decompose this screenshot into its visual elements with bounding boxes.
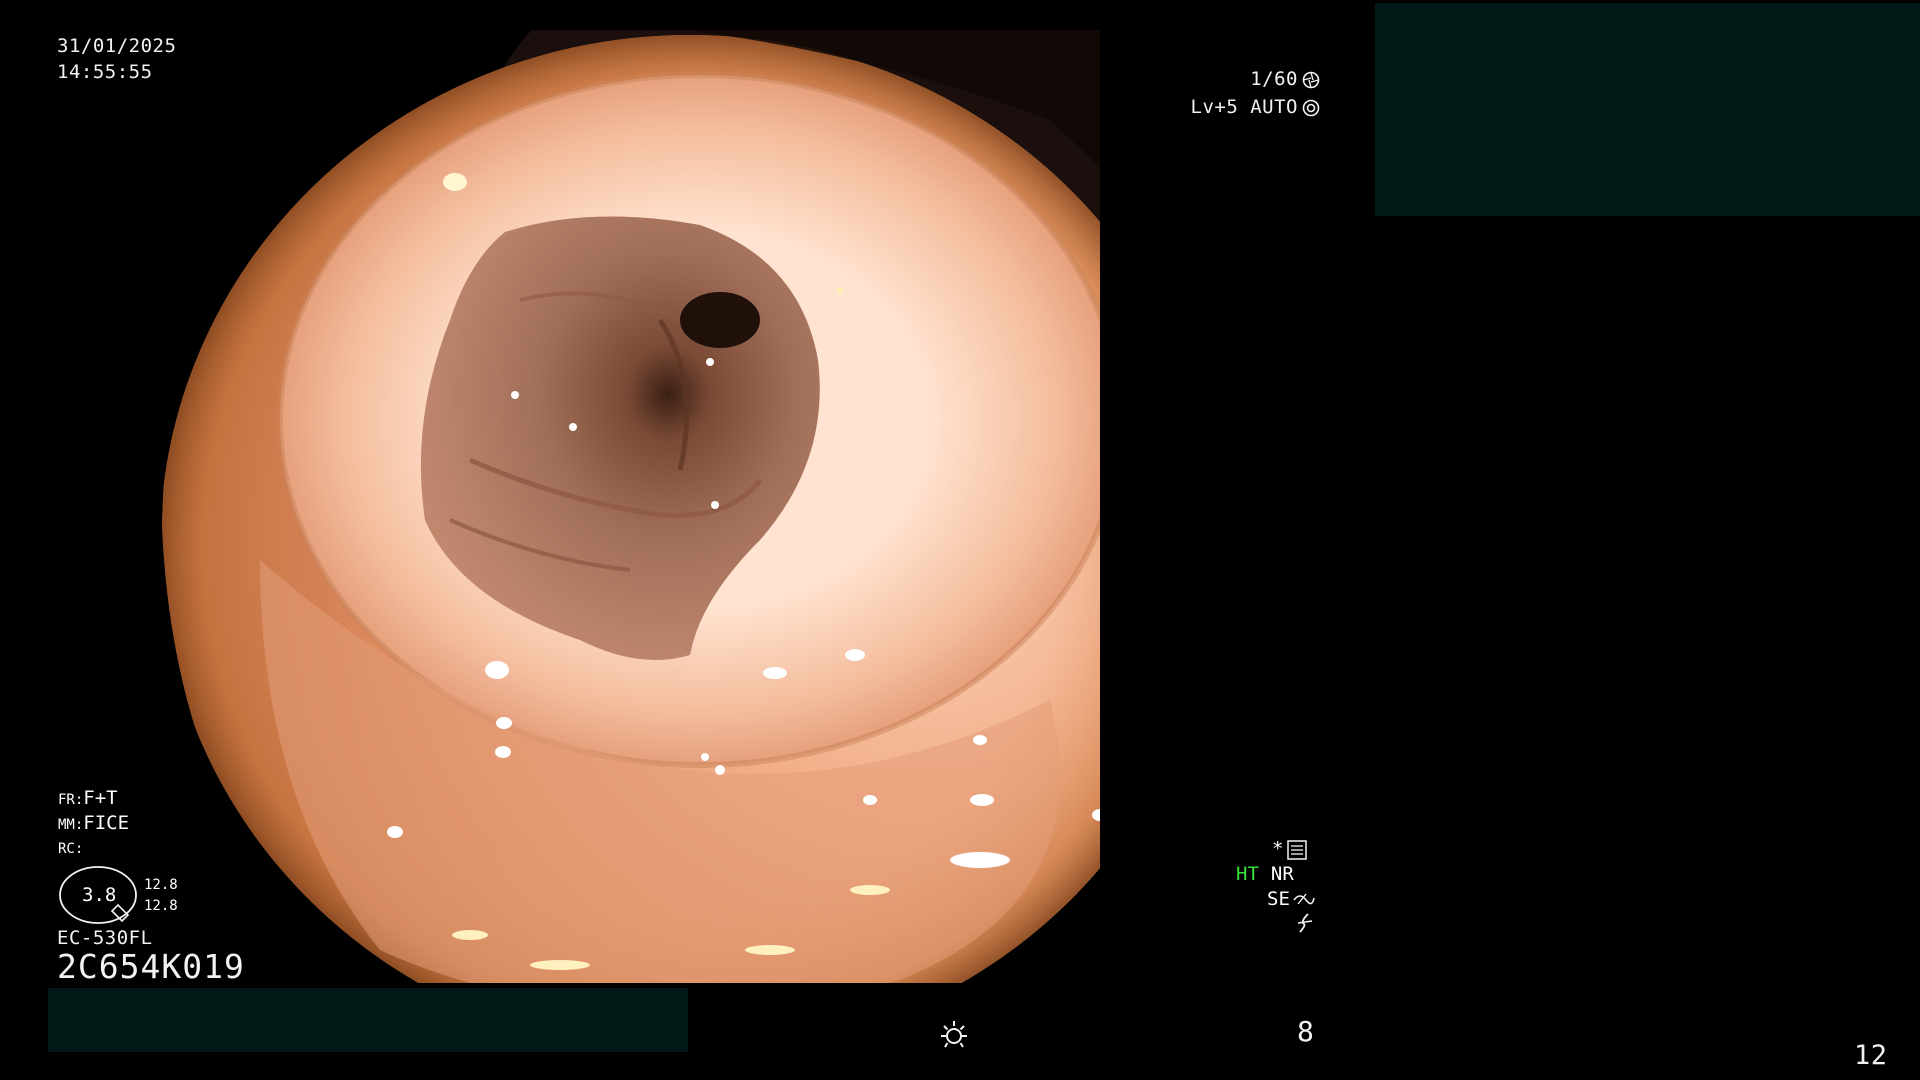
scope-serial: 2C654K019 <box>57 947 245 986</box>
shutter-icon <box>1302 71 1320 88</box>
ht-label: HT <box>1236 863 1259 885</box>
ht-nr-indicator: HT NR <box>1236 861 1294 888</box>
auto-iris-icon <box>1302 99 1320 116</box>
shutter-readout: 1/60 <box>1250 66 1320 93</box>
flash-icon <box>1297 913 1313 933</box>
star-label: * <box>1272 838 1284 860</box>
mm-label: MM: <box>58 817 84 833</box>
frame-number: 12 <box>1854 1040 1888 1071</box>
menu-grid-icon <box>1287 839 1308 860</box>
rc-label: RC: <box>58 841 84 857</box>
zoom-top-value: 12.8 <box>144 877 178 893</box>
zoom-gauge: 3.8 12.8 12.8 <box>58 865 178 927</box>
mm-value: FICE <box>83 812 130 834</box>
level-readout: Lv+5 AUTO <box>1191 94 1320 121</box>
nr-label: NR <box>1270 863 1294 885</box>
date-readout: 31/01/2025 <box>57 35 177 57</box>
redacted-patient-info <box>1375 3 1920 216</box>
level-value: Lv+5 AUTO <box>1190 96 1298 118</box>
star-indicator: * <box>1272 836 1308 863</box>
fr-label: FR: <box>58 792 84 808</box>
se-indicator: SE <box>1267 886 1316 913</box>
brightness-sun-icon <box>941 1021 967 1048</box>
brightness-value: 8 <box>1297 1015 1315 1048</box>
rc-setting: RC: <box>58 838 83 857</box>
fr-value: F+T <box>83 787 118 809</box>
se-label: SE <box>1267 888 1290 910</box>
fr-setting: FR:F+T <box>58 785 118 812</box>
zoom-bottom-value: 12.8 <box>144 898 178 914</box>
time-readout: 14:55:55 <box>57 61 153 83</box>
redacted-comment-field <box>48 988 688 1052</box>
mm-setting: MM:FICE <box>58 810 129 837</box>
shutter-value: 1/60 <box>1250 68 1298 90</box>
zoom-value: 3.8 <box>82 884 117 906</box>
enhance-curve-icon <box>1293 893 1315 904</box>
